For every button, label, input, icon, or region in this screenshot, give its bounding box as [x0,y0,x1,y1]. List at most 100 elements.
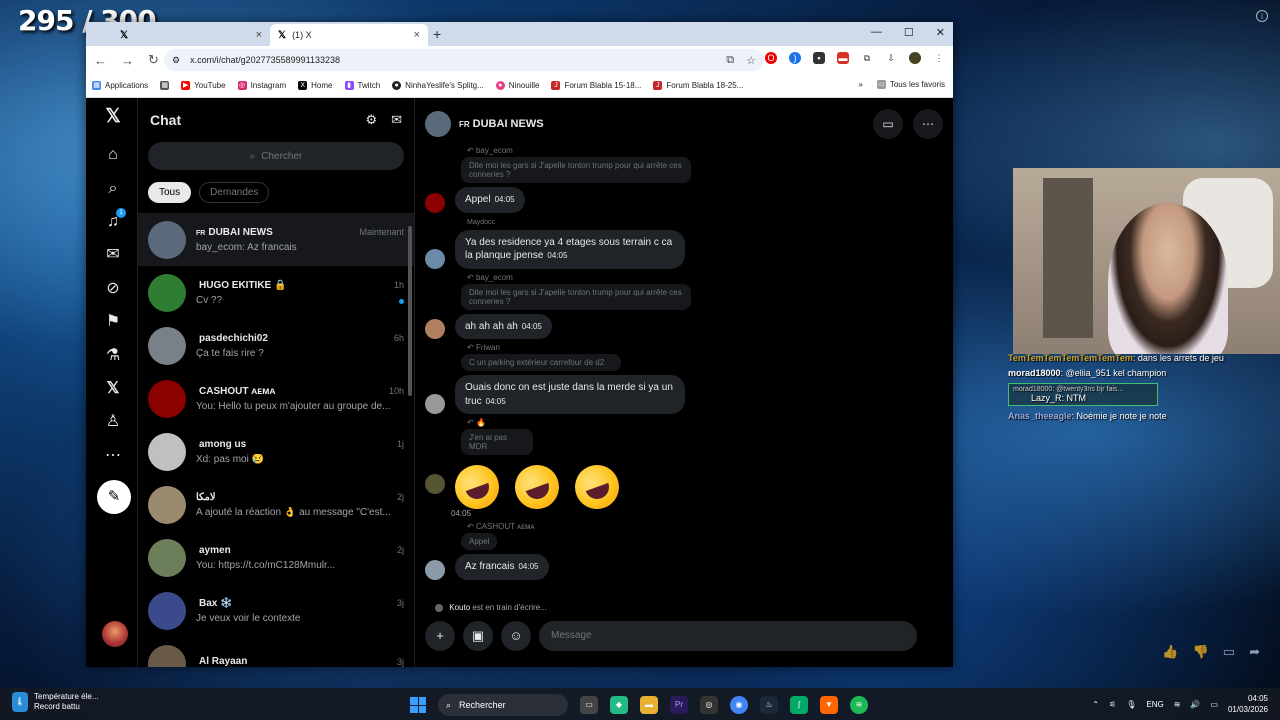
conversation-item[interactable]: HUGO EKITIKE 🔒 1h Cv ?? [138,266,414,319]
thumbs-down-icon[interactable]: 👎 [1193,644,1209,660]
group-name[interactable]: DUBAI NEWS [473,118,544,130]
gif-icon[interactable]: ▣ [463,621,493,651]
reload-icon[interactable]: ↻ [148,52,159,68]
avatar[interactable] [425,192,445,213]
compose-button[interactable]: ✎ [97,480,131,514]
puzzle-icon[interactable]: ⧉ [861,52,873,64]
thumbs-up-icon[interactable]: 👍 [1162,644,1178,660]
conversation-item[interactable]: CASHOUT ᴀᴇᴍᴀ 10h You: Hello tu peux m'ajou… [138,372,414,425]
chevron-up-icon[interactable]: ⌃ [1092,700,1099,709]
bookmark-applications[interactable]: ▦ Applications [92,81,148,90]
conversation-item[interactable]: aymen 2j You: https://t.co/mC128Mmulr... [138,531,414,584]
conversation-item[interactable]: FR DUBAI NEWS Maintenant bay_ecom: Az franc… [138,213,414,266]
communities-icon[interactable]: ⚗ [102,345,124,367]
add-icon[interactable]: + [425,621,455,651]
search-icon[interactable]: ⌕ [102,178,124,200]
quoted-message[interactable]: C un parking extérieur carrefour de d2 [461,354,621,371]
message-bubble[interactable]: Ouais donc on est juste dans la merde si… [455,375,685,414]
menu-icon[interactable]: ⋮ [933,52,945,64]
bookmark-forum-15-18[interactable]: J Forum Blabla 15-18... [551,81,641,90]
message-bubble[interactable]: ah ah ah ah 04:05 [455,313,552,339]
video-call-icon[interactable]: ▭ [873,109,903,139]
premiere-icon[interactable]: Pr [670,696,688,714]
avatar[interactable] [425,319,445,339]
maximize-button[interactable]: ☐ [904,26,914,39]
gear-icon[interactable]: ⚙ [365,112,377,128]
bookmark-youtube[interactable]: ▶ YouTube [181,81,226,90]
tab-2[interactable]: 𝕏 (1) X × [270,24,428,46]
brave-icon[interactable]: ▼ [820,696,838,714]
bookmark-twitch[interactable]: ▮ Twitch [344,81,380,90]
message-input[interactable]: Message [539,621,917,651]
message-bubble[interactable]: Ya des residence ya 4 etages sous terrai… [455,229,685,269]
quoted-message[interactable]: Appel [461,533,497,550]
site-settings-icon[interactable]: ⚙ [172,55,180,66]
comment-icon[interactable]: ▭ [1223,644,1235,660]
volume-icon[interactable]: 🔊 [1190,700,1200,709]
star-icon[interactable]: ☆ [746,54,756,67]
chevron-right-icon[interactable]: » [858,80,862,89]
forward-icon[interactable]: → [121,53,134,68]
avatar[interactable] [425,248,445,269]
app-icon[interactable]: ʃ [790,696,808,714]
avatar[interactable] [425,559,445,580]
new-message-icon[interactable]: ✉ [391,112,402,128]
search-input[interactable]: ⌕ Chercher [148,142,404,170]
share-icon[interactable]: ➦ [1249,644,1260,660]
x-logo-icon[interactable]: 𝕏 [102,106,124,128]
conversation-item[interactable]: pasdechichi02 6h Ça te fais rire ? [138,319,414,372]
quoted-message[interactable]: J'en ai pas MDR [461,429,533,455]
message-bubble[interactable]: Az francais 04:05 [455,554,549,580]
quoted-message[interactable]: Dite moi les gars si J'apelle tonton tru… [461,283,691,310]
chrome-icon[interactable]: ◉ [730,696,748,714]
windows-start-icon[interactable] [410,697,426,713]
task-view-icon[interactable]: ▭ [580,696,598,714]
avatar[interactable] [425,474,445,494]
mail-icon[interactable]: ✉ [102,244,124,266]
audio-icon[interactable]: ) [789,52,801,64]
rofl-emoji[interactable] [568,458,626,516]
close-icon[interactable]: × [256,29,262,41]
avatar[interactable] [102,621,128,647]
filter-all[interactable]: Tous [148,182,192,203]
profile-icon[interactable]: ♙ [102,411,124,433]
tab-1[interactable]: 𝕏 × [112,24,270,46]
more-icon[interactable]: ⋯ [913,109,943,139]
battery-icon[interactable]: ▭ [1210,700,1218,709]
premium-x-icon[interactable]: 𝕏 [102,378,124,400]
new-tab-button[interactable]: + [433,26,441,42]
conversation-item[interactable]: Bax ❄️ 3j Je veux voir le contexte [138,584,414,637]
bookmark-instagram[interactable]: ◎ Instagram [237,81,286,90]
rofl-emoji[interactable] [508,458,566,516]
bookmark-forum-18-25[interactable]: J Forum Blabla 18-25... [653,81,743,90]
downloads-icon[interactable]: ⇩ [885,52,897,64]
weather-widget[interactable]: 🌡 Température éle... Record battu [12,692,98,713]
close-window-button[interactable]: ✕ [936,26,945,39]
grok-icon[interactable]: ⊘ [102,278,124,300]
bookmark-home[interactable]: X Home [298,81,333,90]
avatar[interactable] [425,394,445,414]
wifi-icon[interactable]: ≋ [1174,700,1181,709]
spotify-icon[interactable]: ≋ [850,696,868,714]
steam-icon[interactable]: ♨ [760,696,778,714]
lang-indicator[interactable]: ENG [1146,700,1163,709]
extension-icon[interactable]: ▬ [837,52,849,64]
all-bookmarks[interactable]: ▭ Tous les favoris [876,80,945,89]
extension-icon[interactable]: ▪ [813,52,825,64]
clock[interactable]: 04:05 01/03/2026 [1228,693,1268,715]
bookmark-ninouille[interactable]: ● Ninouille [495,81,539,90]
conversation-item[interactable]: Al Rayaan 3j [138,637,414,667]
install-icon[interactable]: ⧉ [726,54,734,67]
conversation-item[interactable]: لامكا 2j A ajouté la réaction 👌 au message… [138,478,414,531]
bookmark-icon[interactable]: ⚑ [102,311,124,333]
taskbar-search[interactable]: ⌕ Rechercher [438,694,568,716]
close-icon[interactable]: × [414,29,420,41]
copilot-icon[interactable]: ◆ [610,696,628,714]
mic-icon[interactable]: 🎙 [1126,700,1136,709]
more-icon[interactable]: ⋯ [102,445,124,467]
obs-icon[interactable]: ◎ [700,696,718,714]
conversation-item[interactable]: among us 1j Xd: pas moi 😢 [138,425,414,478]
address-bar[interactable]: ⚙ x.com/i/chat/g2027735589991133238 ⧉ ☆ [164,49,764,71]
scrollbar[interactable] [408,226,412,396]
rofl-emoji[interactable] [448,458,506,516]
